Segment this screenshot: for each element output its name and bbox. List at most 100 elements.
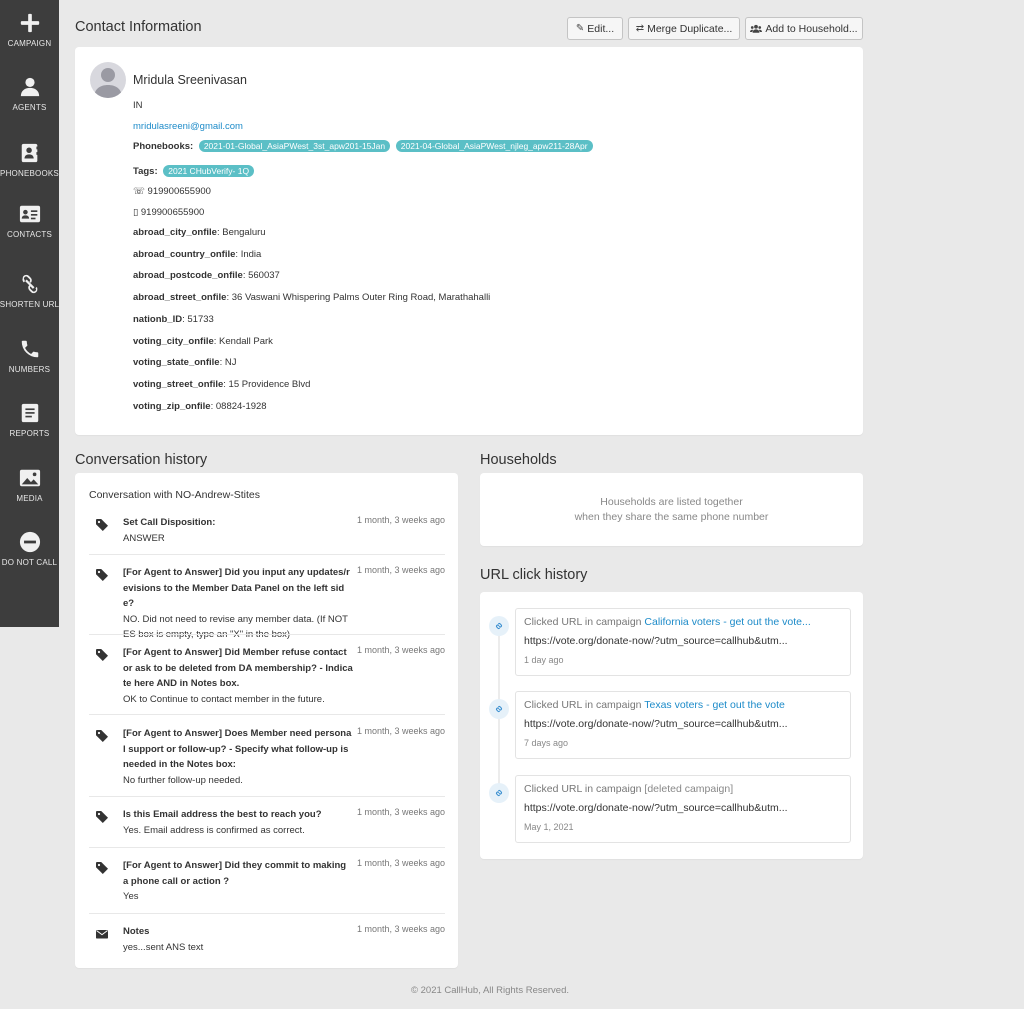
conversation-question: [For Agent to Answer] Did Member refuse … <box>123 647 353 689</box>
field-key: voting_zip_onfile <box>133 401 211 412</box>
phonebooks-label: Phonebooks: <box>133 141 194 152</box>
tag-icon <box>96 569 108 581</box>
phonebook-tag[interactable]: 2021-01-Global_AsiaPWest_3st_apw201-15Ja… <box>198 140 391 152</box>
sidebar-item-label: MEDIA <box>16 494 43 503</box>
field-value: : 560037 <box>242 270 280 281</box>
field-row: abroad_postcode_onfile: 560037 <box>133 270 280 281</box>
field-key: abroad_city_onfile <box>133 227 217 238</box>
conversation-history-title: Conversation history <box>75 452 208 468</box>
conversation-card: Conversation with NO-Andrew-Stites Set C… <box>75 473 458 968</box>
deleted-campaign-label: [deleted campaign] <box>644 783 734 795</box>
tag-icon <box>96 519 108 531</box>
conversation-time: 1 month, 3 weeks ago <box>356 858 445 868</box>
merge-button-label: Merge Duplicate... <box>647 22 733 35</box>
sidebar-item-label: REPORTS <box>9 429 50 438</box>
url-history-title: URL click history <box>480 567 588 583</box>
sidebar: CAMPAIGN AGENTS PHONEBOOKS CONTACTS SHOR… <box>0 0 59 627</box>
sidebar-item-label: DO NOT CALL <box>1 558 58 567</box>
field-row: nationb_ID: 51733 <box>133 314 214 325</box>
url-click-time: 1 day ago <box>524 655 564 665</box>
merge-duplicate-button[interactable]: ⇄ Merge Duplicate... <box>628 17 740 40</box>
divider <box>89 796 445 797</box>
field-row: voting_street_onfile: 15 Providence Blvd <box>133 379 310 390</box>
avatar <box>90 62 126 98</box>
timeline-dot <box>489 699 509 719</box>
url-click-item: Clicked URL in campaign Texas voters - g… <box>515 691 851 759</box>
divider <box>89 847 445 848</box>
page-title: Contact Information <box>75 19 202 35</box>
image-icon <box>19 469 40 487</box>
add-to-household-button[interactable]: Add to Household... <box>745 17 863 40</box>
contact-email-link[interactable]: mridulasreeni@gmail.com <box>133 121 243 132</box>
contact-tag[interactable]: 2021 CHubVerify- 1Q <box>163 165 255 177</box>
field-value: : 15 Providence Blvd <box>223 379 311 390</box>
swap-icon: ⇄ <box>635 23 645 34</box>
households-title: Households <box>480 452 557 468</box>
url-click-prefix: Clicked URL in campaign <box>524 699 645 711</box>
phone-row: ☏ 919900655900 <box>133 186 211 197</box>
users-icon <box>750 24 763 33</box>
url-click-time: 7 days ago <box>524 738 569 748</box>
sidebar-item-phonebooks[interactable]: PHONEBOOKS <box>0 142 59 178</box>
sidebar-item-label: NUMBERS <box>8 365 51 374</box>
edit-button-label: Edit... <box>587 22 615 35</box>
clicked-url: https://vote.org/donate-now/?utm_source=… <box>524 802 788 814</box>
sidebar-item-campaign[interactable]: CAMPAIGN <box>0 12 59 48</box>
conversation-answer: yes...sent ANS text <box>123 941 204 953</box>
user-icon <box>20 77 39 97</box>
contact-country: IN <box>133 100 143 111</box>
phone-icon <box>21 340 38 358</box>
tag-icon <box>96 862 108 874</box>
sidebar-item-do-not-call[interactable]: DO NOT CALL <box>0 531 59 567</box>
sidebar-item-reports[interactable]: REPORTS <box>0 402 59 438</box>
envelope-icon <box>96 930 108 939</box>
campaign-link[interactable]: California voters - get out the vote... <box>644 616 810 628</box>
sidebar-item-agents[interactable]: AGENTS <box>0 76 59 112</box>
url-click-time: May 1, 2021 <box>524 822 574 832</box>
minus-circle-icon <box>19 531 40 553</box>
field-row: voting_zip_onfile: 08824-1928 <box>133 401 267 412</box>
sidebar-item-label: SHORTEN URL <box>0 300 60 309</box>
conversation-answer: Yes. Email address is confirmed as corre… <box>123 824 305 836</box>
sidebar-item-contacts[interactable]: CONTACTS <box>0 203 59 239</box>
field-row: abroad_street_onfile: 36 Vaswani Whisper… <box>133 292 490 303</box>
field-key: voting_city_onfile <box>133 336 214 347</box>
conversation-with: Conversation with NO-Andrew-Stites <box>89 489 260 501</box>
mobile-row: ▯ 919900655900 <box>133 207 204 218</box>
url-history-card: Clicked URL in campaign California voter… <box>480 592 863 859</box>
conversation-time: 1 month, 3 weeks ago <box>356 645 445 655</box>
sidebar-item-media[interactable]: MEDIA <box>0 467 59 503</box>
link-icon <box>495 789 503 797</box>
conversation-question: [For Agent to Answer] Did you input any … <box>123 567 350 609</box>
footer: © 2021 CallHub, All Rights Reserved. <box>410 985 570 996</box>
sidebar-item-numbers[interactable]: NUMBERS <box>0 338 59 374</box>
contact-card: Mridula Sreenivasan IN mridulasreeni@gma… <box>75 47 863 435</box>
phonebook-tag[interactable]: 2021-04-Global_AsiaPWest_njleg_apw211-28… <box>395 140 593 152</box>
field-row: abroad_city_onfile: Bengaluru <box>133 227 266 238</box>
clicked-url: https://vote.org/donate-now/?utm_source=… <box>524 635 788 647</box>
link-icon <box>495 622 503 630</box>
field-value: : 36 Vaswani Whispering Palms Outer Ring… <box>226 292 491 303</box>
field-row: abroad_country_onfile: India <box>133 249 261 260</box>
sidebar-item-shorten-url[interactable]: SHORTEN URL <box>0 273 59 309</box>
conversation-time: 1 month, 3 weeks ago <box>356 515 445 525</box>
conversation-answer: OK to Continue to contact member in the … <box>123 693 325 705</box>
field-key: abroad_street_onfile <box>133 292 227 303</box>
conversation-time: 1 month, 3 weeks ago <box>356 807 445 817</box>
household-button-label: Add to Household... <box>765 22 858 35</box>
field-key: abroad_country_onfile <box>133 249 236 260</box>
households-empty-message: Households are listed together when they… <box>480 495 863 525</box>
timeline-dot <box>489 783 509 803</box>
phonebooks-row: Phonebooks: 2021-01-Global_AsiaPWest_3st… <box>133 140 593 152</box>
conversation-question: [For Agent to Answer] Did they commit to… <box>123 860 347 887</box>
phonebook-icon <box>21 143 39 163</box>
clicked-url: https://vote.org/donate-now/?utm_source=… <box>524 718 788 730</box>
sidebar-item-label: CAMPAIGN <box>7 39 52 48</box>
households-empty-line: Households are listed together <box>600 496 743 508</box>
url-click-prefix: Clicked URL in campaign <box>524 783 645 795</box>
edit-button[interactable]: ✎ Edit... <box>567 17 623 40</box>
field-value: : Bengaluru <box>216 227 266 238</box>
sidebar-item-label: AGENTS <box>12 103 47 112</box>
field-key: voting_state_onfile <box>133 357 220 368</box>
campaign-link[interactable]: Texas voters - get out the vote <box>644 699 785 711</box>
